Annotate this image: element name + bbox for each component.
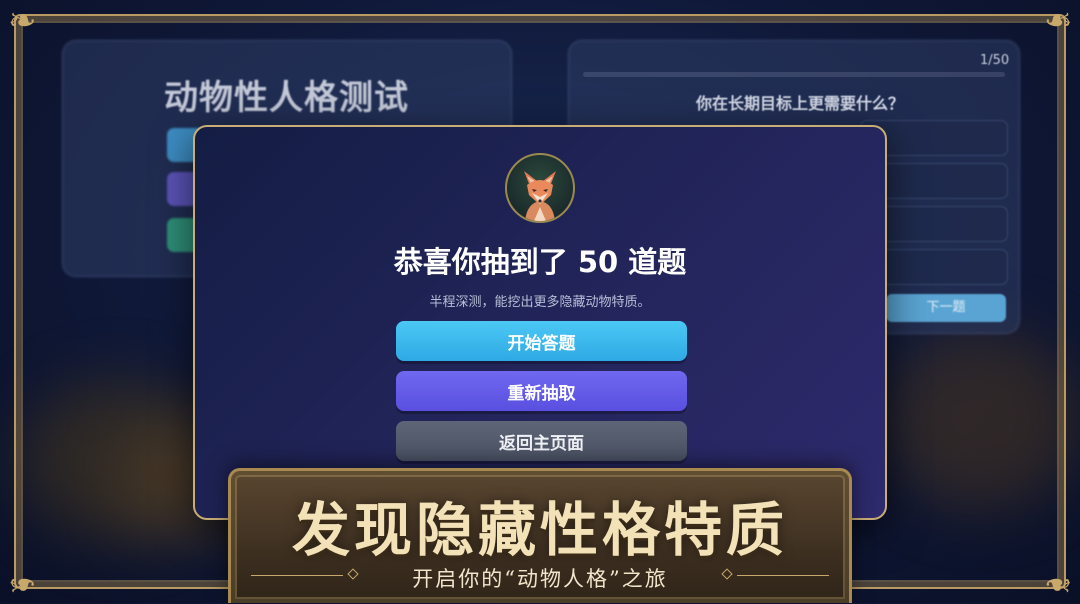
return-home-button[interactable]: 返回主页面 [396,421,687,461]
ornament-icon: ❧ [1043,564,1073,604]
dialog-subtitle: 半程深测，能挖出更多隐藏动物特质。 [429,295,651,310]
background-question-text: 你在长期目标上更需要什么？ [695,94,904,113]
fox-icon [505,153,575,223]
ornament-icon: ❧ [8,1,37,41]
result-dialog: 恭喜你抽到了 50 道题 半程深测，能挖出更多隐藏动物特质。 开始答题 重新抽取… [193,125,887,520]
background-progress-text: 1/50 [980,53,1010,68]
background-next-button: 下一题 [886,294,1006,322]
dialog-title: 恭喜你抽到了 50 道题 [393,245,687,279]
background-progress-track [583,72,1005,77]
banner-divider [737,575,829,576]
redraw-button[interactable]: 重新抽取 [396,371,687,411]
promo-banner: 发现隐藏性格特质 开启你的“动物人格”之旅 [228,468,852,603]
start-quiz-button[interactable]: 开始答题 [396,321,687,361]
banner-subtitle: 开启你的“动物人格”之旅 [412,567,668,591]
ornament-icon: ❧ [1043,1,1073,41]
background-glow [880,330,1080,510]
banner-title: 发现隐藏性格特质 [291,496,788,564]
background-title: 动物性人格测试 [164,78,409,118]
ornament-icon: ❧ [8,564,37,604]
